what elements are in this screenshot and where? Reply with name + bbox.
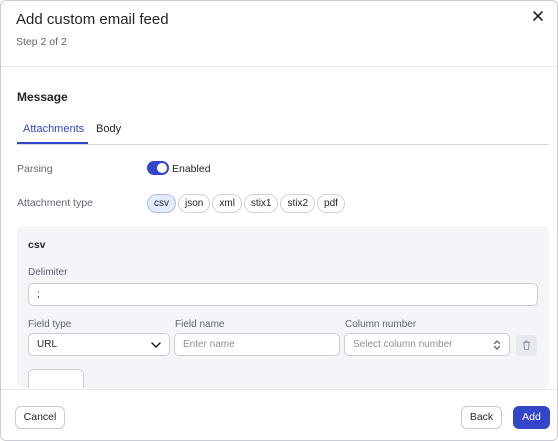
back-button[interactable]: Back [461, 406, 502, 429]
sort-arrows-icon [493, 340, 501, 350]
tab-attachments[interactable]: Attachments [23, 123, 84, 135]
trash-icon [523, 340, 530, 351]
column-number-label: Column number [345, 319, 417, 330]
close-icon[interactable] [531, 9, 545, 23]
add-button[interactable]: Add [513, 406, 550, 429]
chip-stix2[interactable]: stix2 [280, 194, 316, 213]
dialog-title: Add custom email feed [16, 11, 169, 28]
chip-csv[interactable]: csv [147, 194, 176, 213]
active-tab-indicator [17, 142, 88, 144]
field-type-value: URL [37, 339, 58, 350]
parsing-label: Parsing [17, 163, 53, 175]
toggle-knob [157, 163, 167, 173]
message-tabs: Attachments Body [17, 119, 549, 145]
field-name-input[interactable]: Enter name [174, 333, 340, 356]
field-name-label: Field name [175, 319, 225, 330]
step-indicator: Step 2 of 2 [16, 36, 67, 48]
attachment-type-label: Attachment type [17, 197, 93, 209]
dialog-header: Add custom email feed Step 2 of 2 [1, 1, 557, 67]
chip-pdf[interactable]: pdf [317, 194, 345, 213]
delete-field-button[interactable] [516, 335, 537, 356]
dialog-footer: Cancel Back Add [1, 389, 557, 440]
delimiter-input[interactable]: ; [28, 283, 538, 306]
csv-config-panel: csv Delimiter ; Field type URL Field nam… [17, 226, 549, 388]
add-email-feed-dialog: Add custom email feed Step 2 of 2 Messag… [0, 0, 558, 441]
column-number-select[interactable]: Select column number [344, 333, 510, 356]
field-type-select[interactable]: URL [28, 333, 170, 356]
column-number-placeholder: Select column number [353, 339, 453, 350]
delimiter-label: Delimiter [28, 267, 68, 278]
message-section-title: Message [17, 90, 68, 104]
csv-panel-title: csv [28, 239, 46, 251]
parsing-toggle[interactable] [147, 161, 169, 175]
chip-xml[interactable]: xml [212, 194, 242, 213]
chevron-down-icon [151, 342, 161, 348]
parsing-toggle-label: Enabled [172, 163, 211, 175]
add-field-button[interactable] [28, 369, 84, 388]
chip-json[interactable]: json [178, 194, 211, 213]
attachment-type-chips: csv json xml stix1 stix2 pdf [147, 194, 345, 213]
field-type-label: Field type [28, 319, 72, 330]
chip-stix1[interactable]: stix1 [243, 194, 279, 213]
cancel-button[interactable]: Cancel [15, 406, 65, 429]
tab-body[interactable]: Body [96, 123, 121, 135]
